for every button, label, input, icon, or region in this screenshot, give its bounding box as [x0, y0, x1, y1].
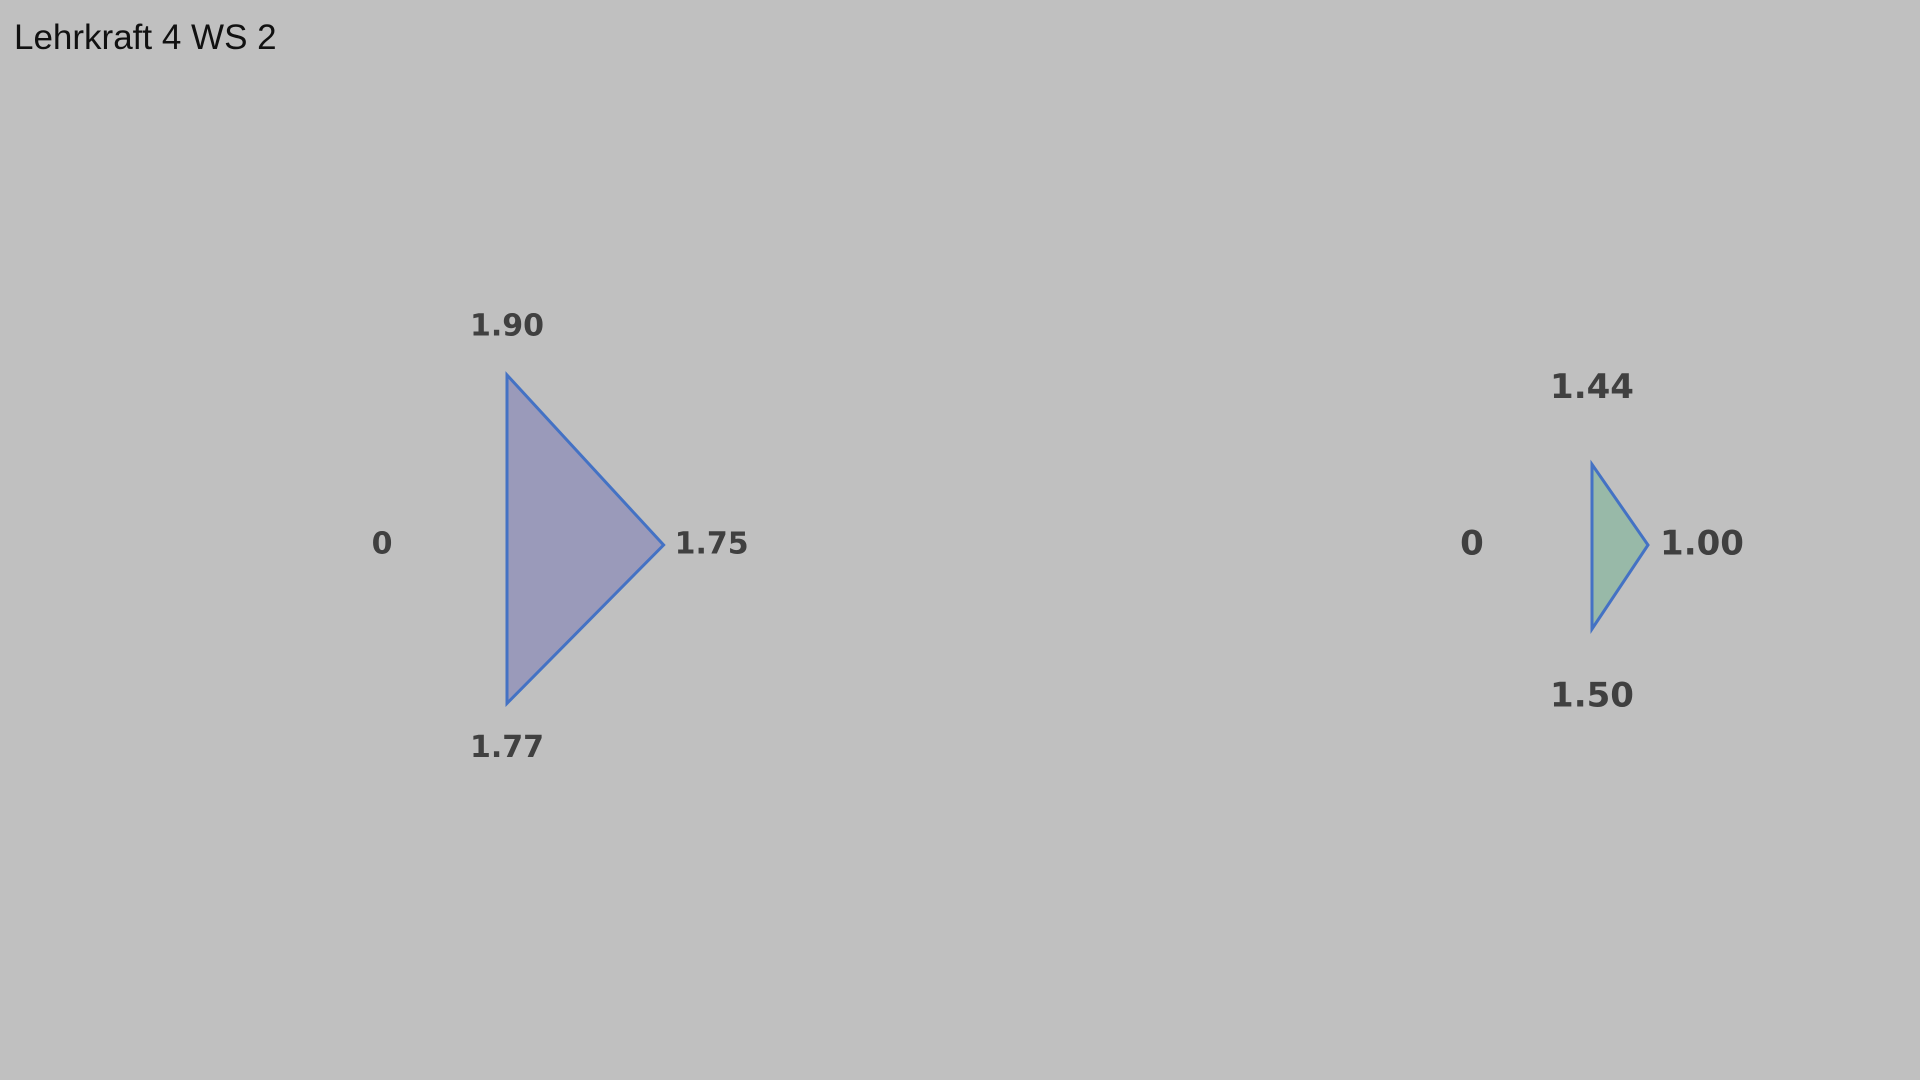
- radar-series-area: [505, 371, 666, 708]
- data-label-top: 1.90: [470, 309, 544, 344]
- radar-chart-2: 1.44 1.00 1.50 0: [1460, 367, 1744, 716]
- data-label-right: 1.75: [675, 527, 749, 562]
- radar-chart-1: 1.90 1.75 1.77 0: [372, 309, 749, 765]
- radar-series-area: [1590, 459, 1650, 634]
- data-label-top: 1.44: [1550, 367, 1634, 407]
- data-label-left: 0: [372, 527, 393, 562]
- chart-canvas: Lehrkraft 4 WS 2 1.90 1.75 1.77 0 1.44 1.00 1.…: [0, 0, 1920, 1080]
- data-label-bottom: 1.77: [470, 730, 544, 765]
- data-label-right: 1.00: [1660, 524, 1744, 564]
- data-label-left: 0: [1460, 524, 1484, 564]
- radar-charts: 1.90 1.75 1.77 0 1.44 1.00 1.50 0: [372, 309, 1744, 765]
- data-label-bottom: 1.50: [1550, 676, 1634, 716]
